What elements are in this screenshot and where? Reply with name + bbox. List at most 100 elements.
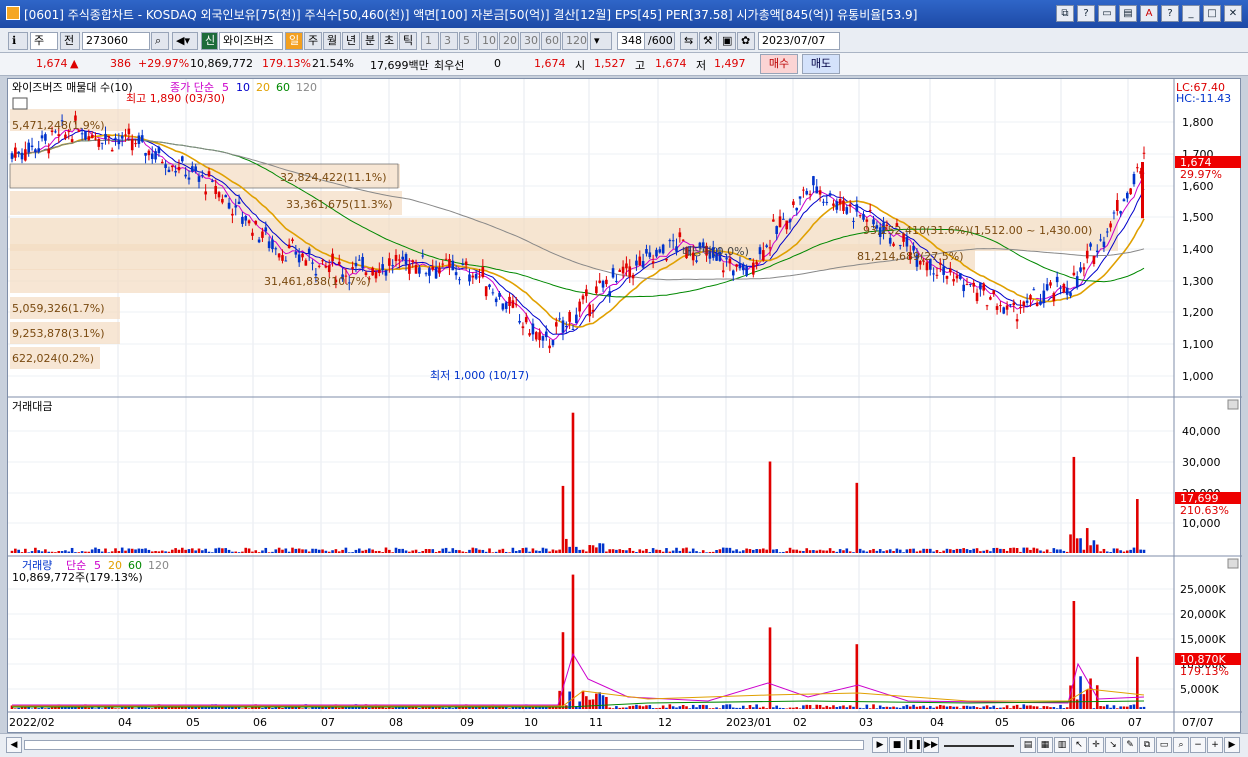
candle-body	[935, 274, 939, 276]
pause-icon[interactable]: ❚❚	[906, 737, 922, 753]
search-icon[interactable]: ⌕	[151, 32, 169, 50]
amount-bar	[70, 547, 74, 553]
candle-body	[932, 273, 935, 275]
candle-body	[414, 265, 418, 274]
chart-area[interactable]: 와이즈버즈 매물대 수(10) 종가 단순 5 10 20 60 120 LC:…	[7, 78, 1242, 734]
period-second-tab[interactable]: 초	[380, 32, 398, 50]
panel-close-icon[interactable]	[1227, 399, 1239, 410]
zoom-slider[interactable]	[944, 745, 1014, 747]
candle-body	[40, 135, 44, 139]
candle-body	[575, 314, 578, 324]
amount-bar	[621, 549, 625, 553]
candle-body	[538, 332, 541, 341]
amount-bar	[828, 548, 832, 553]
zoom-in-icon[interactable]: +	[1207, 737, 1223, 753]
volume-bar	[424, 707, 428, 709]
window-icon[interactable]: ▭	[1098, 5, 1116, 22]
chart-tool-icon[interactable]: ⚒	[699, 32, 717, 50]
amount-bar	[398, 548, 401, 553]
interval-3[interactable]: 3	[440, 32, 458, 50]
stock-code-input[interactable]: 273060	[82, 32, 150, 50]
layout-icon-3[interactable]: ▥	[1054, 737, 1070, 753]
amount-bar	[939, 552, 942, 553]
arrow-tool-icon[interactable]: ↖	[1071, 737, 1087, 753]
amount-bar	[110, 551, 114, 553]
save-icon[interactable]: ▣	[718, 32, 736, 50]
interval-120[interactable]: 120	[562, 32, 588, 50]
compare-icon[interactable]: ⇆	[680, 32, 698, 50]
amount-bar	[354, 549, 358, 553]
buy-button[interactable]: 매수	[760, 54, 798, 74]
count-input[interactable]: 348	[617, 32, 645, 50]
close-button[interactable]: ✕	[1224, 5, 1242, 22]
volume-bar	[1049, 707, 1052, 709]
trash-icon[interactable]: ▭	[1156, 737, 1172, 753]
interval-5[interactable]: 5	[459, 32, 477, 50]
period-month-tab[interactable]: 월	[323, 32, 341, 50]
interval-60[interactable]: 60	[541, 32, 561, 50]
draw-icon[interactable]: ↘	[1105, 737, 1121, 753]
interval-10[interactable]: 10	[478, 32, 498, 50]
candle-body	[611, 268, 615, 278]
zoom-out-icon[interactable]: −	[1190, 737, 1206, 753]
amount-bar	[912, 548, 915, 553]
maximize-button[interactable]: □	[1203, 5, 1221, 22]
layout-icon-1[interactable]: ▤	[1020, 737, 1036, 753]
price-tick: 1,100	[1182, 338, 1214, 351]
candle-body	[925, 262, 929, 271]
candle-body	[765, 245, 768, 247]
volume-bar	[828, 707, 832, 709]
interval-30[interactable]: 30	[520, 32, 540, 50]
scroll-left-icon[interactable]: ◀	[6, 737, 22, 753]
code-type-select[interactable]: 주	[30, 32, 58, 50]
layout-icon[interactable]: ▤	[1119, 5, 1137, 22]
settings-icon[interactable]: ✿	[737, 32, 755, 50]
candle-body	[431, 266, 435, 270]
candle-body	[748, 258, 752, 260]
help-icon[interactable]: ?	[1077, 5, 1095, 22]
interval-1[interactable]: 1	[421, 32, 439, 50]
period-tick-tab[interactable]: 틱	[399, 32, 417, 50]
info-icon[interactable]: ℹ	[8, 32, 28, 50]
period-minute-tab[interactable]: 분	[361, 32, 379, 50]
crosshair-icon[interactable]: ✛	[1088, 737, 1104, 753]
amount-bar	[588, 545, 591, 553]
candle-body	[311, 262, 314, 264]
period-year-tab[interactable]: 년	[342, 32, 360, 50]
date-input[interactable]: 2023/07/07	[758, 32, 840, 50]
pen-icon[interactable]: ✎	[1122, 737, 1138, 753]
copy-icon[interactable]: ⧉	[1139, 737, 1155, 753]
new-button[interactable]: 신	[201, 32, 218, 50]
stock-chart[interactable]: 와이즈버즈 매물대 수(10) 종가 단순 5 10 20 60 120 LC:…	[8, 79, 1242, 734]
candle-body	[478, 276, 481, 278]
candle-body	[531, 323, 535, 335]
question-icon[interactable]: ?	[1161, 5, 1179, 22]
period-week-tab[interactable]: 주	[304, 32, 322, 50]
speaker-icon[interactable]: ◀▾	[172, 32, 198, 50]
volume-bar	[902, 706, 905, 709]
interval-dropdown[interactable]: ▾	[590, 32, 612, 50]
scroll-right-icon[interactable]: ▶	[1224, 737, 1240, 753]
play-icon[interactable]: ▶	[872, 737, 888, 753]
font-icon[interactable]: A	[1140, 5, 1158, 22]
zoom-icon[interactable]: ⌕	[1173, 737, 1189, 753]
candle-body	[494, 298, 498, 303]
scroll-track[interactable]	[24, 740, 864, 750]
volume-bar	[718, 708, 722, 709]
grid-icon[interactable]	[12, 97, 28, 110]
period-day-tab[interactable]: 일	[285, 32, 303, 50]
prev-button[interactable]: 전	[60, 32, 80, 50]
candle-body	[297, 254, 301, 263]
scroll-bar[interactable]: ◀ ▶ ■ ❚❚ ▶▶ ▤ ▦ ▥ ↖ ✛ ↘ ✎ ⧉ ▭ ⌕ − + ▶	[0, 733, 1248, 757]
volume-bar	[942, 705, 945, 709]
candle-body	[992, 290, 996, 295]
layout-icon-2[interactable]: ▦	[1037, 737, 1053, 753]
volume-panel-close-icon[interactable]	[1227, 558, 1239, 569]
sell-button[interactable]: 매도	[802, 54, 840, 74]
minimize-button[interactable]: _	[1182, 5, 1200, 22]
stop-icon[interactable]: ■	[889, 737, 905, 753]
cascade-icon[interactable]: ⧉	[1056, 5, 1074, 22]
fast-forward-icon[interactable]: ▶▶	[923, 737, 939, 753]
candle-body	[758, 247, 762, 255]
interval-20[interactable]: 20	[499, 32, 519, 50]
